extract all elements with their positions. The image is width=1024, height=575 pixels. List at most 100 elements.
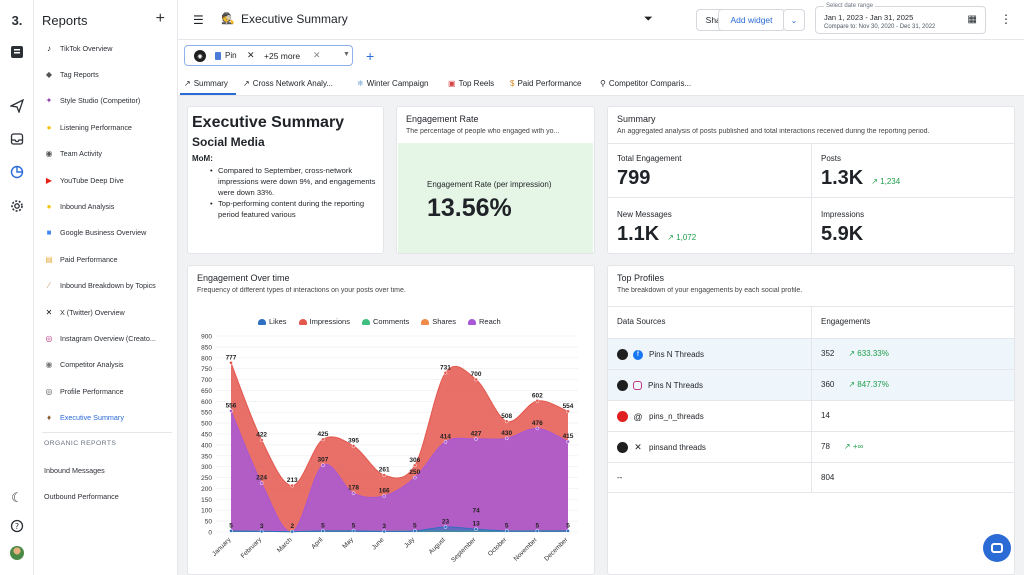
- profile-avatar: [617, 411, 628, 422]
- send-icon[interactable]: [9, 98, 25, 114]
- profile-filter-bar: ◉ Pin ✕ +25 more ✕ ▼ +: [178, 40, 1024, 72]
- sidebar-item-google-business-overview[interactable]: ■ Google Business Overview: [44, 225, 174, 241]
- profile-select[interactable]: ◉ Pin ✕ +25 more ✕ ▼: [184, 45, 353, 66]
- sidebar-item-tiktok-overview[interactable]: ♪ TikTok Overview: [44, 40, 174, 56]
- compose-icon[interactable]: [9, 44, 25, 60]
- sidebar-item-competitor-analysis[interactable]: ◉ Competitor Analysis: [44, 357, 174, 373]
- sidebar-item-executive-summary[interactable]: ♦ Executive Summary: [44, 410, 174, 426]
- user-avatar[interactable]: [10, 546, 24, 560]
- column-header[interactable]: Data Sources: [617, 317, 665, 326]
- data-point: [351, 444, 356, 448]
- data-label: 476: [532, 420, 543, 427]
- sidebar-item-youtube-deep-dive[interactable]: ▶ YouTube Deep Dive: [44, 172, 174, 188]
- data-label: 2: [290, 523, 294, 530]
- sidebar-item-label: Profile Performance: [60, 386, 124, 396]
- brand-logo[interactable]: 3.: [9, 12, 25, 28]
- sidebar-item-inbound-analysis[interactable]: ● Inbound Analysis: [44, 198, 174, 214]
- data-point: [443, 370, 448, 375]
- data-label: 731: [440, 364, 451, 371]
- sidebar-item-paid-performance[interactable]: ▤ Paid Performance: [44, 251, 174, 267]
- divider: [811, 339, 812, 369]
- sidebar-item-label: Google Business Overview: [60, 228, 147, 238]
- help-icon[interactable]: ?: [9, 518, 25, 534]
- date-range-picker[interactable]: Select date range Jan 1, 2023 - Jan 31, …: [815, 3, 986, 34]
- reports-icon[interactable]: [9, 164, 25, 180]
- metric-label: New Messages: [617, 210, 672, 219]
- legend-item[interactable]: Likes: [258, 317, 287, 326]
- top-profiles-table: Data Sources Engagements f Pins N Threads…: [608, 306, 1014, 493]
- table-row[interactable]: ✕ pinsand threads 78 ↗ +∞: [608, 431, 1014, 462]
- x-tick-label: March: [276, 536, 294, 554]
- card-subtitle: An aggregated analysis of posts publishe…: [617, 128, 930, 135]
- data-label: 602: [532, 392, 543, 399]
- tab-winter-campaign[interactable]: ❄ Winter Campaign: [357, 79, 429, 88]
- threads-icon: @: [633, 411, 643, 422]
- table-row[interactable]: @ pins_n_threads 14: [608, 400, 1014, 431]
- settings-gear-icon[interactable]: [9, 198, 25, 214]
- top-header: ☰ 🕵 Executive Summary ⏷ Share Add widget…: [178, 0, 1024, 40]
- metric-value: 799: [617, 167, 651, 189]
- sidebar-item-inbound-messages[interactable]: Inbound Messages: [44, 462, 174, 478]
- legend-swatch: [258, 318, 266, 325]
- divider: [811, 143, 812, 254]
- tab-competitor-comparison[interactable]: ⚲ Competitor Comparis...: [600, 79, 691, 88]
- divider: [811, 463, 812, 492]
- legend-item[interactable]: Impressions: [298, 317, 350, 326]
- dark-mode-moon-icon[interactable]: ☾: [9, 490, 25, 506]
- table-row[interactable]: f Pins N Threads 352 ↗ 633.33%: [608, 338, 1014, 369]
- remove-chip-icon[interactable]: ✕: [247, 50, 255, 61]
- tab-cross-network[interactable]: ↗ Cross Network Analy...: [243, 79, 333, 88]
- data-label: 307: [317, 457, 328, 464]
- x-tick-label: April: [310, 536, 325, 551]
- sidebar-item-inbound-breakdown-by-topics[interactable]: ⁄ Inbound Breakdown by Topics: [44, 278, 174, 294]
- more-options-icon[interactable]: ⋮: [1000, 12, 1012, 26]
- table-row[interactable]: Pins N Threads 360 ↗ 847.37%: [608, 369, 1014, 400]
- legend-item[interactable]: Shares: [421, 317, 456, 326]
- x-tick-label: May: [341, 536, 355, 550]
- sidebar-item-listening-performance[interactable]: ● Listening Performance: [44, 119, 174, 135]
- tag-icon: ◆: [45, 69, 53, 79]
- sidebar-item-profile-performance[interactable]: ◎ Profile Performance: [44, 383, 174, 399]
- add-widget-button[interactable]: Add widget: [718, 9, 785, 31]
- report-tabs: ↗ Summary ↗ Cross Network Analy... ❄ Winter…: [178, 72, 1024, 96]
- chat-support-button[interactable]: [983, 534, 1011, 562]
- sidebar-item-outbound-performance[interactable]: Outbound Performance: [44, 488, 174, 504]
- data-label: 213: [287, 477, 298, 484]
- y-tick-label: 750: [201, 366, 212, 373]
- sidebar-item-label: X (Twitter) Overview: [60, 307, 125, 317]
- tab-paid-performance[interactable]: $ Paid Performance: [510, 79, 581, 88]
- inbox-icon[interactable]: [9, 131, 25, 147]
- legend-item[interactable]: Reach: [467, 317, 501, 326]
- sidebar-section-organic: ORGANIC REPORTS: [44, 440, 117, 447]
- sidebar-item-instagram-overview-creato[interactable]: ◎ Instagram Overview (Creato...: [44, 330, 174, 346]
- tiktok-icon: ♪: [47, 43, 51, 53]
- profile-chip-icon: [215, 52, 221, 60]
- sidebar-item-tag-reports[interactable]: ◆ Tag Reports: [44, 66, 174, 82]
- legend-item[interactable]: Comments: [361, 317, 409, 326]
- report-icon: ▤: [45, 254, 53, 264]
- clear-selection-icon[interactable]: ✕: [313, 50, 321, 61]
- data-point: [474, 377, 478, 382]
- sidebar-item-x-twitter-overview[interactable]: ✕ X (Twitter) Overview: [44, 304, 174, 320]
- filter-icon[interactable]: ⏷: [644, 13, 653, 26]
- add-report-button[interactable]: +: [156, 10, 165, 28]
- profile-avatar-icon: ◉: [194, 50, 206, 62]
- sidebar-item-label: Tag Reports: [60, 69, 99, 79]
- sidebar-item-label: Competitor Analysis: [60, 360, 124, 370]
- add-widget-dropdown-button[interactable]: ⌄: [783, 9, 805, 31]
- add-filter-button[interactable]: +: [366, 48, 374, 64]
- chevron-down-icon[interactable]: ▼: [343, 51, 350, 58]
- profile-name: pins_n_threads: [649, 412, 704, 421]
- data-label: 306: [409, 457, 420, 464]
- sidebar-item-team-activity[interactable]: ◉ Team Activity: [44, 146, 174, 162]
- menu-hamburger-icon[interactable]: ☰: [193, 13, 204, 27]
- y-tick-label: 150: [201, 497, 212, 504]
- column-header[interactable]: Engagements: [821, 317, 870, 326]
- tab-summary[interactable]: ↗ Summary: [184, 79, 228, 88]
- sidebar-item-style-studio-competitor[interactable]: ✦ Style Studio (Competitor): [44, 93, 174, 109]
- card-subtitle: The percentage of people who engaged wit…: [406, 128, 560, 135]
- legend-label: Reach: [478, 317, 501, 326]
- style-studio-icon: ✦: [45, 96, 53, 106]
- tab-top-reels[interactable]: ▣ Top Reels: [448, 79, 494, 88]
- chart-legend: Likes Impressions Comments Shares Reach: [258, 317, 501, 326]
